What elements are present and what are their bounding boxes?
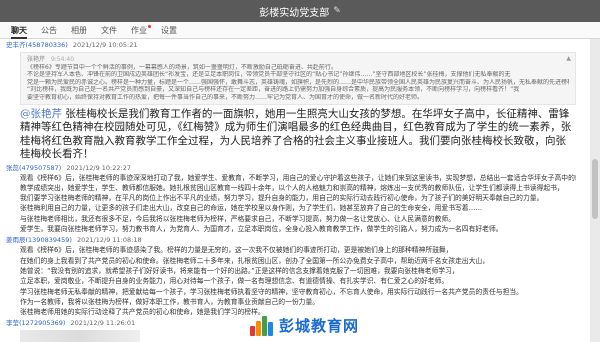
tab-announcements[interactable]: 公告: [41, 22, 57, 39]
quote-line: 党是一颗为民爱民的赤诚之心。榜样是一种力量，标题是一个……强国强怀，敢舞斗志，英…: [27, 78, 569, 86]
tab-homework[interactable]: 作业: [131, 22, 151, 39]
message-header: 姜雨辰(1390839459) 2021/12/9 11:08:18: [6, 236, 584, 245]
new-badge-dot: [148, 24, 151, 28]
watermark-text: 彭城教育网: [279, 316, 360, 335]
scrollbar-thumb[interactable]: [592, 159, 598, 219]
collapse-icon[interactable]: ▲: [566, 55, 571, 63]
chat-feed[interactable]: 史丰齐(458780336) 2021/12/9 10:05:21 ▲ 张艳芹 …: [0, 39, 590, 342]
message-header: 张蕊(479507587) 2021/12/9 10:22:27: [6, 164, 584, 173]
message-line: 观看《榜样6》后，张桂梅老师的事迹深深地打动了我，她爱学生、爱教育，不断学习，用…: [20, 173, 576, 182]
message-sender[interactable]: 姜雨辰(1390839459): [6, 236, 72, 244]
quoted-message[interactable]: ▲ 张艳芹 9:54:40 《榜样6》专题节目中一个个鲜活的事例，一幕幕感人的场…: [20, 52, 576, 105]
message-item: 张蕊(479507587) 2021/12/9 10:22:27 观看《榜样6》…: [6, 164, 584, 235]
message-line: 爱学生，我要向张桂梅老师学习，努力教书育人，为党育人、为国育才，立足本职岗位，全…: [20, 225, 503, 234]
message-item: 史丰齐(458780336) 2021/12/9 10:05:21 ▲ 张艳芹 …: [6, 41, 584, 162]
message-line: 她曾说：“我没有别的追求，就希望孩子们好好读书，将来能有一个好的出路。”正是这样…: [20, 266, 459, 275]
message-sender[interactable]: 史丰齐(458780336): [6, 41, 68, 49]
message-sender[interactable]: 张蕊(479507587): [6, 164, 61, 172]
book-logo-icon: [248, 314, 276, 336]
tab-chat[interactable]: 聊天: [11, 22, 27, 39]
edit-pencil-icon[interactable]: ✎: [333, 6, 341, 16]
message-text: 张桂梅校长是我们教育工作者的一面旗帜，她用一生照亮大山女孩的梦想。在华坪女子高中…: [20, 107, 572, 161]
message-time: 2021/12/9 10:22:27: [66, 163, 131, 172]
message-line: 作为一名教师，我将以张桂梅为榜样，做好本职工作，教书育人，为教育事业贡献自己的一…: [20, 297, 320, 306]
window-title: 彭楼实幼党支部: [259, 7, 330, 19]
message-line: 教学成绩突出，她爱学生，学生、教师都信服她。她扎根贫困山区教育一线四十余年，以个…: [20, 183, 564, 192]
message-line: 与张桂梅老师相比，我还有很多不足，今后我将以张桂梅老师为榜样，严格要求自己，不断…: [20, 214, 455, 223]
quote-author: 张艳芹: [27, 56, 46, 63]
message-line: 学习张桂梅老师无私奉献的精神，把爱献给每一个孩子，学习张桂梅老师执着坚守的精神，…: [20, 287, 523, 296]
quote-line: 不论是坚持军人本色、冲锋在前的卫国戍边英雄团长“祁发宝，还是立足本职岗位，带领党…: [27, 71, 511, 79]
quote-line: 《榜样6》专题节目中一个个鲜活的事例，一幕幕感人的场景，筑如一盏盏明灯，不断激励…: [27, 63, 337, 71]
message-time: 2021/12/9 11:08:18: [77, 236, 142, 245]
message-line: 我们要学习张桂梅老师的精神，在平凡的岗位上作出不平凡的业绩，努力学习，提升自身的…: [20, 194, 544, 203]
window-titlebar: 彭楼实幼党支部 ✎: [0, 0, 600, 22]
message-body: 观看《榜样6》后，张桂梅老师的事迹感染了我。榜样的力量是无穷的，这一次我不仅被她…: [20, 245, 576, 317]
message-line: 立足本职，爱岗敬业，不断提升自身的业务能力，用心对待每一个孩子，做一名有理想信念…: [20, 277, 449, 286]
tab-album[interactable]: 相册: [71, 22, 87, 39]
message-time: 2021/12/9 10:05:21: [72, 41, 138, 49]
message-body: 观看《榜样6》后，张桂梅老师的事迹深深地打动了我，她爱学生、爱教育，不断学习，用…: [20, 173, 576, 235]
message-body-large: @张艳芹 张桂梅校长是我们教育工作者的一面旗帜，她用一生照亮大山女孩的梦想。在华…: [20, 108, 576, 162]
quote-time: 9:54:40: [50, 56, 75, 63]
image-attachment[interactable]: [20, 330, 140, 342]
message-sender[interactable]: 李莹(1272905369): [6, 319, 65, 327]
tab-settings[interactable]: 设置: [161, 22, 177, 39]
vertical-scrollbar[interactable]: [590, 39, 600, 342]
mention-link[interactable]: @张艳芹: [20, 108, 62, 120]
tab-bar: 聊天 公告 相册 文件 作业 设置: [0, 22, 600, 39]
message-item: 姜雨辰(1390839459) 2021/12/9 11:08:18 观看《榜样…: [6, 236, 584, 317]
site-watermark: 彭城教育网: [248, 312, 388, 338]
message-line: 在她们的身上我看到了共产党员的初心和使命。张桂梅老师二十多年来，扎根贫困山区，创…: [20, 256, 489, 265]
message-header: 史丰齐(458780336) 2021/12/9 10:05:21: [6, 41, 584, 50]
quote-line: “刘比榜样，我既为自己是一名共产党员而感到自豪，又深知自己与榜样还存在一定差距，…: [27, 86, 520, 94]
tab-files[interactable]: 文件: [101, 22, 117, 39]
quote-header: 张艳芹 9:54:40: [27, 56, 569, 64]
message-line: 张桂梅利用自己的力量，让更多的孩子们走出大山，改变自己的命运，她在学校里以身作则…: [20, 204, 483, 213]
quote-line: 要坚守教育初心，始终保持对教育工作的热爱，把每一件事当作自己的事来，不断努力………: [27, 93, 424, 101]
message-time: 2021/12/9 11:26:01: [70, 319, 136, 328]
tab-homework-label: 作业: [131, 25, 147, 35]
message-line: 观看《榜样6》后，张桂梅老师的事迹感染了我。榜样的力量是无穷的，这一次我不仅被她…: [20, 246, 453, 255]
